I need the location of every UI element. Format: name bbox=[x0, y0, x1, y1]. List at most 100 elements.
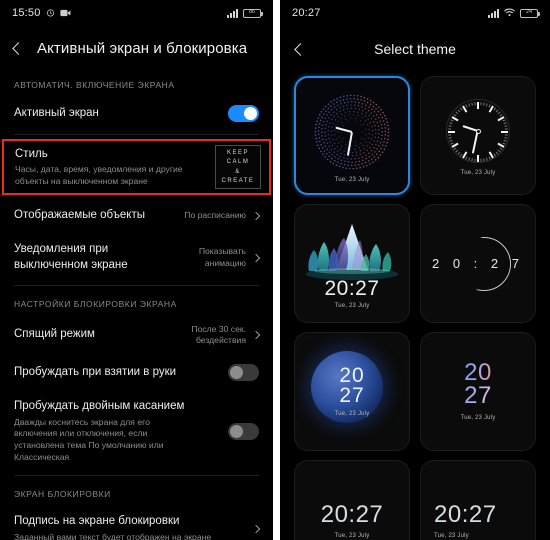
clock-tick-minor bbox=[465, 104, 468, 108]
theme-card-digital-left[interactable]: 20:27 Tue, 23 July bbox=[420, 460, 536, 540]
row-subtitle: Дважды коснитесь экрана для его включени… bbox=[14, 416, 164, 462]
wifi-icon bbox=[504, 4, 515, 22]
theme-card-crescent-minimal[interactable]: 2 0 : 2 7 bbox=[420, 204, 536, 323]
time-minutes: 27 bbox=[464, 382, 492, 409]
theme-card-date: Tue, 23 July bbox=[334, 176, 370, 183]
time-minutes: 27 bbox=[339, 383, 365, 407]
row-title: Спящий режим bbox=[14, 328, 95, 341]
clock-tick-minor bbox=[471, 158, 473, 162]
clock-tick-minor bbox=[449, 139, 453, 142]
row-wake-on-lift[interactable]: Пробуждать при взятии в руки bbox=[0, 355, 273, 390]
theme-card-forest-scene[interactable]: 20:27 Tue, 23 July bbox=[294, 204, 410, 323]
clock-tick-minor bbox=[471, 102, 473, 106]
minute-hand bbox=[472, 130, 479, 154]
chevron-right-icon bbox=[251, 211, 261, 221]
right-phone-screen: 20:27 24 Select theme Tue, 23 July Tue, … bbox=[280, 0, 550, 540]
row-notifications-screen-off[interactable]: Уведомления при выключенном экране Показ… bbox=[0, 233, 273, 282]
section-header-auto-screen: АВТОМАТИЧ. ВКЛЮЧЕНИЕ ЭКРАНА bbox=[14, 80, 175, 90]
battery-icon: 86 bbox=[243, 8, 263, 18]
theme-card-time: 20:27 bbox=[434, 500, 497, 528]
section-header-lock-screen: ЭКРАН БЛОКИРОВКИ bbox=[14, 489, 111, 500]
theme-card-date: Tue, 23 July bbox=[434, 532, 469, 539]
theme-card-date: Tue, 23 July bbox=[460, 414, 496, 421]
right-status-bar: 20:27 24 bbox=[280, 0, 550, 26]
status-bar-left: 20:27 bbox=[292, 7, 321, 19]
chevron-right-icon bbox=[251, 330, 261, 340]
clock-tick-minor bbox=[468, 103, 471, 107]
clock-tick-minor bbox=[502, 119, 506, 122]
theme-card-time: 20 27 bbox=[339, 364, 365, 407]
divider bbox=[14, 134, 259, 135]
clock-tick-minor bbox=[448, 125, 452, 127]
section-header-lock-settings: НАСТРОЙКИ БЛОКИРОВКИ ЭКРАНА bbox=[14, 299, 177, 310]
right-title-bar: Select theme bbox=[280, 26, 550, 72]
theme-card-analog-clock[interactable]: Tue, 23 July bbox=[420, 76, 536, 195]
clock-tick-minor bbox=[485, 103, 488, 107]
row-title: Уведомления при выключенном экране bbox=[14, 243, 128, 271]
preview-line-2: CALM bbox=[226, 159, 250, 166]
clock-tick-major bbox=[477, 155, 479, 162]
theme-card-time: 2 0 : 2 7 bbox=[432, 256, 524, 271]
clock-tick-minor bbox=[504, 134, 508, 136]
signal-icon bbox=[227, 8, 238, 18]
wake-on-lift-toggle[interactable] bbox=[228, 364, 259, 382]
style-preview-thumbnail[interactable]: KEEP CALM & CREATE bbox=[215, 145, 261, 189]
row-active-screen[interactable]: Активный экран bbox=[0, 96, 273, 131]
row-subtitle: Заданный вами текст будет отображен на э… bbox=[14, 531, 212, 540]
clock-tick-minor bbox=[468, 157, 471, 161]
status-bar-clock: 20:27 bbox=[292, 7, 321, 19]
row-wake-double-tap[interactable]: Пробуждать двойным касанием Дважды косни… bbox=[0, 390, 273, 472]
row-title: Стиль bbox=[15, 147, 48, 160]
preview-line-1: KEEP bbox=[226, 150, 249, 157]
back-chevron-icon[interactable] bbox=[12, 41, 25, 55]
clock-tick-minor bbox=[503, 139, 507, 142]
theme-card-planet-moon[interactable]: 20 27 Tue, 23 July bbox=[294, 332, 410, 451]
active-screen-toggle[interactable] bbox=[228, 105, 259, 122]
left-phone-screen: 15:50 86 Активный экран и блокировка АВТ… bbox=[0, 0, 273, 540]
signal-icon bbox=[488, 8, 499, 18]
clock-tick-minor bbox=[474, 102, 476, 106]
divider bbox=[14, 475, 259, 477]
clock-tick-major bbox=[501, 131, 508, 133]
chevron-right-icon bbox=[251, 253, 261, 262]
battery-level: 86 bbox=[248, 9, 256, 16]
time-hours: 20 bbox=[339, 364, 365, 388]
toggle-knob bbox=[244, 107, 257, 120]
clock-tick-minor bbox=[448, 137, 452, 139]
style-row-highlight: Стиль Часы, дата, время, уведомления и д… bbox=[2, 139, 271, 195]
theme-card-digital-centered[interactable]: 20:27 Tue, 23 July bbox=[294, 460, 410, 540]
clock-tick-minor bbox=[499, 147, 503, 151]
wake-double-tap-toggle[interactable] bbox=[228, 422, 259, 440]
row-subtitle: Часы, дата, время, уведомления и другие … bbox=[15, 164, 183, 186]
theme-card-date: Tue, 23 July bbox=[460, 170, 496, 176]
row-displayed-objects[interactable]: Отображаемые объекты По расписанию bbox=[0, 199, 273, 233]
row-style[interactable]: Стиль Часы, дата, время, уведомления и д… bbox=[2, 139, 271, 195]
theme-card-time: 20 27 bbox=[464, 361, 492, 409]
forest-illustration-icon bbox=[300, 218, 404, 280]
row-lock-screen-signature[interactable]: Подпись на экране блокировки Заданный ва… bbox=[0, 505, 273, 540]
clock-tick-major bbox=[477, 102, 479, 109]
clock-tick-minor bbox=[483, 102, 485, 106]
clock-tick-minor bbox=[483, 158, 485, 162]
divider bbox=[14, 285, 259, 287]
clock-tick-minor bbox=[465, 156, 468, 160]
theme-card-gradient-stacked[interactable]: 20 27 Tue, 23 July bbox=[420, 332, 536, 451]
page-title: Select theme bbox=[374, 41, 456, 57]
clock-tick-minor bbox=[485, 157, 488, 161]
status-bar-clock: 15:50 bbox=[12, 7, 41, 19]
battery-level: 24 bbox=[525, 9, 533, 16]
row-sleep-mode[interactable]: Спящий режим После 30 сек. бездействия bbox=[0, 315, 273, 355]
status-bar-right: 24 bbox=[488, 4, 540, 22]
row-title: Пробуждать двойным касанием bbox=[14, 400, 185, 413]
row-value: По расписанию bbox=[184, 210, 246, 221]
theme-grid: Tue, 23 July Tue, 23 July 20:27 Tue, 23 … bbox=[280, 72, 550, 540]
theme-card-particle-clock[interactable]: Tue, 23 July bbox=[294, 76, 410, 195]
clock-tick-minor bbox=[474, 158, 476, 162]
clock-tick-major bbox=[448, 131, 455, 133]
row-title: Пробуждать при взятии в руки bbox=[14, 366, 177, 379]
clock-tick-minor bbox=[480, 102, 482, 106]
row-value: Показывать анимацию bbox=[198, 246, 246, 268]
clock-tick-minor bbox=[448, 134, 452, 136]
left-status-bar: 15:50 86 bbox=[0, 0, 273, 26]
clock-tick-minor bbox=[480, 158, 482, 162]
